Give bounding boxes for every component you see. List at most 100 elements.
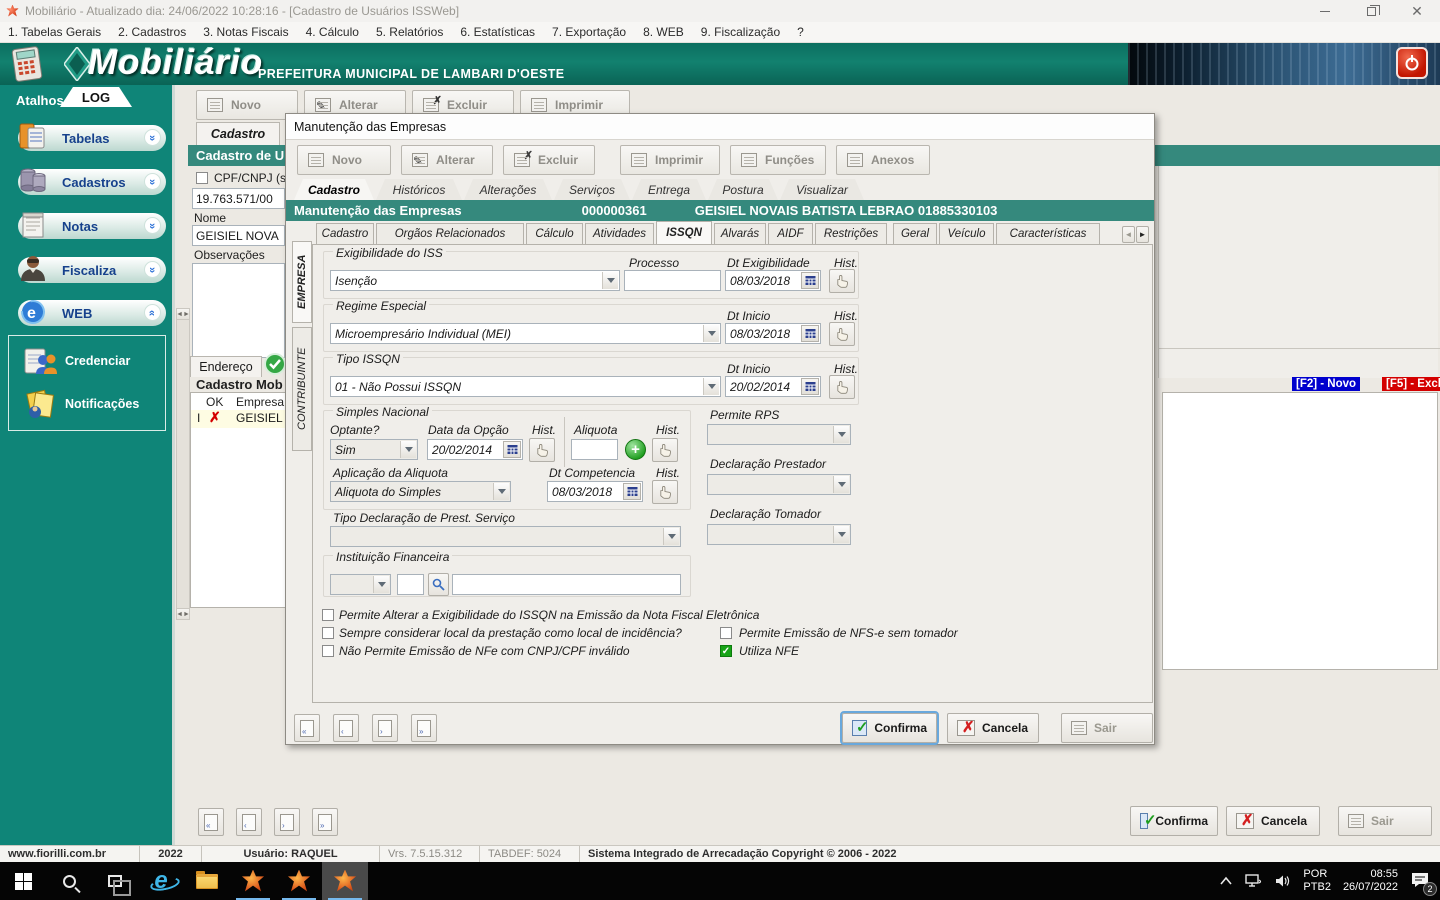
menu-exportacao[interactable]: 7. Exportação — [552, 25, 626, 39]
chevron-down-icon[interactable] — [833, 476, 849, 493]
tab-alteracoes[interactable]: Alterações — [464, 179, 552, 200]
tab-servicos[interactable]: Serviços — [554, 179, 630, 200]
hist-data-opcao-button[interactable] — [529, 438, 555, 462]
mdi-cancela-button[interactable]: Cancela — [1226, 806, 1320, 836]
dialog-novo-button[interactable]: Novo — [297, 145, 391, 175]
network-icon[interactable] — [1245, 874, 1263, 888]
chevron-double-down-icon[interactable]: » — [144, 217, 161, 234]
chk-nao-permite-nfe-cnpj-invalido[interactable] — [322, 645, 334, 657]
taskbar-ie[interactable]: e — [138, 862, 184, 900]
taskbar-app-1[interactable] — [230, 862, 276, 900]
menu-cadastros[interactable]: 2. Cadastros — [118, 25, 186, 39]
hist-exigibilidade-button[interactable] — [829, 269, 855, 293]
tipo-issqn-dt-input[interactable]: 20/02/2014 — [725, 376, 821, 397]
dialog-excluir-button[interactable]: ✗ Excluir — [503, 145, 595, 175]
sidebar-item-tabelas[interactable]: Tabelas » — [18, 123, 166, 151]
tipo-decl-select[interactable] — [330, 526, 681, 547]
dialog-sair-button[interactable]: Sair — [1061, 713, 1153, 743]
tabs-scroll-right-button[interactable]: ► — [1136, 226, 1149, 243]
cpf-checkbox[interactable] — [196, 172, 208, 184]
close-button[interactable]: ✕ — [1394, 0, 1440, 22]
mdi-confirma-button[interactable]: Confirma — [1130, 806, 1218, 836]
sidebar-item-cadastros[interactable]: Cadastros » — [18, 168, 166, 195]
itab-atividades[interactable]: Atividades — [585, 223, 654, 244]
itab-veiculo[interactable]: Veículo — [939, 223, 994, 244]
tray-chevron-up-icon[interactable] — [1219, 876, 1233, 886]
menu-fiscalizacao[interactable]: 9. Fiscalização — [701, 25, 780, 39]
processo-input[interactable] — [624, 270, 721, 291]
nav-first-button[interactable]: « — [198, 808, 224, 836]
nome-input[interactable]: GEISIEL NOVA — [192, 225, 285, 246]
dialog-confirma-button[interactable]: Confirma — [840, 711, 939, 745]
sidebar-item-fiscaliza[interactable]: Fiscaliza » — [18, 256, 166, 283]
add-aliquota-button[interactable]: + — [625, 439, 646, 460]
minimize-button[interactable] — [1302, 0, 1348, 22]
menu-calculo[interactable]: 4. Cálculo — [306, 25, 359, 39]
itab-geral[interactable]: Geral — [893, 223, 937, 244]
menu-help[interactable]: ? — [797, 25, 804, 39]
language-indicator[interactable]: POR PTB2 — [1303, 868, 1331, 894]
dialog-alterar-button[interactable]: ✎ Alterar — [401, 145, 493, 175]
itab-calculo[interactable]: Cálculo — [526, 223, 583, 244]
tab-visualizar[interactable]: Visualizar — [780, 179, 864, 200]
dialog-imprimir-button[interactable]: Imprimir — [620, 145, 720, 175]
task-view-button[interactable] — [92, 862, 138, 900]
aliquota-input[interactable] — [571, 439, 618, 460]
hist-tipo-issqn-button[interactable] — [829, 375, 855, 399]
chk-sempre-considerar-local[interactable] — [322, 627, 334, 639]
decl-prestador-select[interactable] — [707, 474, 851, 495]
taskbar-clock[interactable]: 08:55 26/07/2022 — [1343, 868, 1398, 894]
menu-estatisticas[interactable]: 6. Estatísticas — [460, 25, 535, 39]
itab-restricoes[interactable]: Restrições — [815, 223, 887, 244]
inst-fin-select[interactable] — [330, 574, 391, 595]
inst-fin-search-button[interactable] — [428, 573, 449, 596]
mdi-sair-button[interactable]: Sair — [1338, 806, 1432, 836]
sidebar-atalhos-label[interactable]: Atalhos — [16, 93, 64, 108]
data-opcao-input[interactable]: 20/02/2014 — [427, 439, 523, 460]
action-center-button[interactable]: 2 — [1410, 871, 1437, 896]
hist-regime-button[interactable] — [829, 322, 855, 346]
dlg-nav-next-button[interactable]: › — [372, 714, 398, 742]
vertical-scrollbar[interactable]: ◄► ◄► — [176, 308, 190, 620]
aplicacao-select[interactable]: Aliquota do Simples — [330, 481, 511, 502]
taskbar-app-3-active[interactable] — [322, 862, 368, 900]
vtab-contribuinte[interactable]: CONTRIBUINTE — [292, 327, 312, 451]
dlg-nav-last-button[interactable]: » — [411, 714, 437, 742]
regime-dt-input[interactable]: 08/03/2018 — [725, 323, 821, 344]
sidebar-item-notificacoes[interactable]: Notificações — [23, 388, 139, 420]
tab-postura[interactable]: Postura — [708, 179, 778, 200]
inst-fin-name-input[interactable] — [452, 574, 681, 595]
taskbar-search-button[interactable] — [46, 862, 92, 900]
chk-utiliza-nfe[interactable] — [720, 645, 732, 657]
chevron-double-up-icon[interactable]: » — [144, 304, 161, 321]
chevron-down-icon[interactable] — [373, 576, 389, 593]
dt-exigibilidade-input[interactable]: 08/03/2018 — [725, 270, 821, 291]
taskbar-app-2[interactable] — [276, 862, 322, 900]
optante-select[interactable]: Sim — [330, 439, 418, 460]
sidebar-item-notas[interactable]: Notas » — [18, 212, 166, 239]
chevron-down-icon[interactable] — [833, 426, 849, 443]
tab-cadastro[interactable]: Cadastro — [294, 179, 374, 200]
chevron-down-icon[interactable] — [703, 325, 719, 342]
dt-competencia-input[interactable]: 08/03/2018 — [547, 481, 643, 502]
tipo-issqn-select[interactable]: 01 - Não Possui ISSQN — [330, 376, 721, 397]
dialog-anexos-button[interactable]: Anexos — [836, 145, 930, 175]
calendar-icon[interactable] — [623, 483, 641, 500]
sidebar-item-credenciar[interactable]: Credenciar — [23, 346, 130, 376]
tabs-scroll-left-button[interactable]: ◄ — [1122, 226, 1135, 243]
exigibilidade-select[interactable]: Isenção — [330, 270, 620, 291]
itab-orgaos[interactable]: Orgãos Relacionados — [376, 223, 524, 244]
chevron-down-icon[interactable] — [602, 272, 618, 289]
dlg-nav-prev-button[interactable]: ‹ — [333, 714, 359, 742]
itab-aidf[interactable]: AIDF — [768, 223, 813, 244]
permite-rps-select[interactable] — [707, 424, 851, 445]
nav-last-button[interactable]: » — [312, 808, 338, 836]
tab-entrega[interactable]: Entrega — [632, 179, 706, 200]
itab-caracteristicas[interactable]: Características — [996, 223, 1100, 244]
novo-button[interactable]: Novo — [196, 90, 298, 120]
chevron-down-icon[interactable] — [400, 441, 416, 458]
dialog-cancela-button[interactable]: Cancela — [947, 713, 1039, 743]
nav-next-button[interactable]: › — [274, 808, 300, 836]
calendar-icon[interactable] — [503, 441, 521, 458]
volume-icon[interactable] — [1275, 874, 1291, 888]
